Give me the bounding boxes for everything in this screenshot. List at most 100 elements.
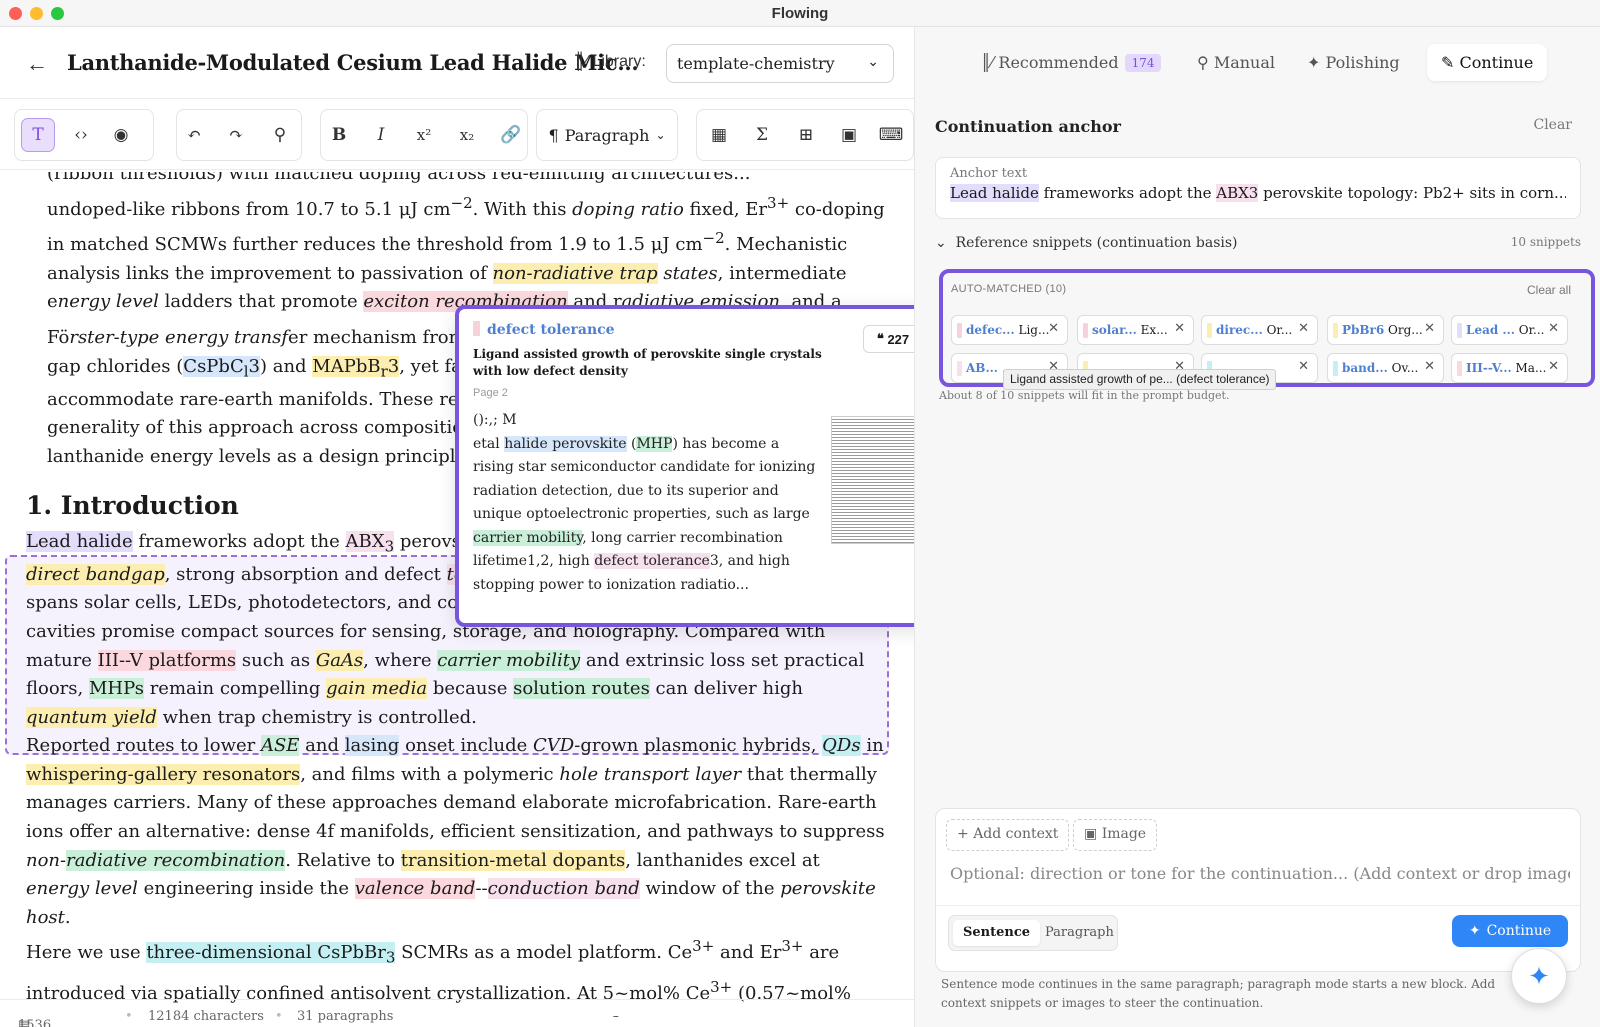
tab-recommended[interactable]: ║⁄ Recommended 174 <box>981 53 1162 72</box>
chip-source: Or... <box>1262 323 1293 337</box>
snippet-chip[interactable]: III--V... Ma... ✕ <box>1451 353 1568 383</box>
remove-chip-icon[interactable]: ✕ <box>1548 359 1559 374</box>
snippet-count: 10 snippets <box>1510 235 1581 249</box>
snippet-text: ():,; M etal halide perovskite (MHP) has… <box>473 412 816 593</box>
library-label: ║⁄ Library: <box>574 53 646 70</box>
anchor-section-title: Continuation anchor <box>935 117 1121 136</box>
chevron-down-icon: ⌄ <box>655 128 666 142</box>
remove-chip-icon[interactable]: ✕ <box>1048 321 1059 336</box>
remove-chip-icon[interactable]: ✕ <box>1548 321 1559 336</box>
bold-icon[interactable]: B <box>322 118 356 152</box>
anchor-clear-button[interactable]: Clear <box>1533 117 1572 133</box>
subscript-icon[interactable]: x₂ <box>450 118 484 152</box>
library-icon: ║⁄ <box>574 53 593 70</box>
quote-icon: ❝ <box>876 331 888 346</box>
paragraph-count: 31 paragraphs <box>297 1009 394 1024</box>
paragraph-mode-button[interactable]: Paragraph <box>1035 920 1124 946</box>
add-image-button[interactable]: ▣ Image <box>1073 819 1158 851</box>
paragraph-style-select[interactable]: ¶ Paragraph ⌄ <box>536 109 678 161</box>
chip-keyword: direc... <box>1216 323 1263 337</box>
snippet-chip[interactable]: PbBr6 Org... ✕ <box>1327 315 1444 345</box>
search-icon: ⚲ <box>1197 53 1214 72</box>
snippet-chip[interactable]: solar... Ex... ✕ <box>1077 315 1194 345</box>
undo-icon[interactable]: ↶ <box>177 118 211 152</box>
status-bar: ▤ 1536 words • 12184 characters • 31 par… <box>0 999 914 1027</box>
reference-snippets-header[interactable]: ⌄ Reference snippets (continuation basis… <box>935 235 1581 251</box>
continue-button[interactable]: ✦ Continue <box>1452 915 1568 947</box>
search-icon[interactable]: ⚲ <box>263 118 297 152</box>
chip-color-marker <box>957 323 962 338</box>
tab-continue[interactable]: ✎ Continue <box>1427 44 1548 81</box>
chip-keyword: AB... <box>966 361 998 375</box>
separator-dot: • <box>275 1009 283 1024</box>
text-mode-icon[interactable]: T <box>21 118 55 152</box>
recommended-count-badge: 174 <box>1124 54 1162 72</box>
snippet-preview-popup[interactable]: defect tolerance Ligand assisted growth … <box>455 305 938 627</box>
remove-chip-icon[interactable]: ✕ <box>1298 321 1309 336</box>
snippet-chip[interactable]: direc... Or... ✕ <box>1201 315 1318 345</box>
chip-keyword: PbBr6 <box>1342 323 1385 337</box>
remove-chip-icon[interactable]: ✕ <box>1174 321 1185 336</box>
sigma-icon[interactable]: Σ <box>745 118 779 152</box>
editor-toolbar: T ‹› ◉ ↶ ↷ ⚲ B I x² x₂ 🔗 ¶ Paragraph ⌄ ▦ Σ… <box>0 99 914 170</box>
auto-matched-snippets: AUTO-MATCHED (10) Clear all defec... Lig… <box>939 269 1595 390</box>
chip-source: Ov... <box>1387 361 1419 375</box>
sparkle-icon: ✦ <box>1528 960 1550 991</box>
chip-tooltip: Ligand assisted growth of pe... (defect … <box>1003 369 1277 390</box>
remove-chip-icon[interactable]: ✕ <box>1424 359 1435 374</box>
snippet-chip[interactable]: band... Ov... ✕ <box>1327 353 1444 383</box>
table-icon[interactable]: ⊞ <box>789 118 823 152</box>
chip-color-marker <box>1083 323 1088 338</box>
link-icon[interactable]: 🔗 <box>494 118 528 152</box>
back-arrow-icon[interactable]: ← <box>26 51 48 77</box>
image-icon: ▣ <box>1084 826 1102 842</box>
ai-assistant-fab[interactable]: ✦ <box>1511 948 1567 1004</box>
chip-source: Lig... <box>1014 323 1050 337</box>
plus-icon: + <box>957 826 974 842</box>
tab-manual[interactable]: ⚲ Manual <box>1197 53 1275 72</box>
anchor-text-label: Anchor text <box>950 166 1028 181</box>
chip-color-marker <box>1333 361 1338 376</box>
sentence-mode-button[interactable]: Sentence <box>953 920 1041 946</box>
chip-keyword: band... <box>1342 361 1388 375</box>
chip-source: Ex... <box>1136 323 1168 337</box>
snippet-chip[interactable]: defec... Lig... ✕ <box>951 315 1068 345</box>
direction-input[interactable]: Optional: direction or tone for the cont… <box>950 864 1570 883</box>
tab-polishing[interactable]: ✦ Polishing <box>1307 53 1400 72</box>
snippet-paper-title: Ligand assisted growth of perovskite sin… <box>473 347 822 378</box>
preview-eye-icon[interactable]: ◉ <box>104 118 138 152</box>
sparkle-icon: ✦ <box>1468 923 1481 939</box>
redo-icon[interactable]: ↷ <box>219 118 253 152</box>
chip-color-marker <box>1333 323 1338 338</box>
code-mode-icon[interactable]: ‹› <box>64 118 98 152</box>
prompt-budget-note: About 8 of 10 snippets will fit in the p… <box>939 389 1230 402</box>
window-titlebar: Flowing <box>0 0 1600 27</box>
pilcrow-icon: ¶ <box>548 125 559 145</box>
superscript-icon[interactable]: x² <box>407 118 441 152</box>
remove-chip-icon[interactable]: ✕ <box>1424 321 1435 336</box>
keyboard-icon[interactable]: ⌨ <box>874 118 908 152</box>
sparkle-icon: ✦ <box>1307 53 1326 72</box>
snippet-chip[interactable]: Lead ... Or... ✕ <box>1451 315 1568 345</box>
add-context-button[interactable]: + Add context <box>946 819 1070 851</box>
remove-chip-icon[interactable]: ✕ <box>1298 359 1309 374</box>
chip-source: Org... <box>1384 323 1423 337</box>
separator-dot: • <box>125 1009 133 1024</box>
anchor-text-card: Anchor text Lead halide frameworks adopt… <box>935 157 1581 219</box>
snippet-keyword: defect tolerance <box>473 321 923 338</box>
pen-icon: ✎ <box>1441 53 1460 72</box>
assistant-panel: ║⁄ Recommended 174 ⚲ Manual ✦ Polishing ✎… <box>914 27 1600 1027</box>
window-title: Flowing <box>771 5 829 22</box>
page-thumbnail[interactable] <box>831 416 924 544</box>
chip-keyword: Lead ... <box>1466 323 1515 337</box>
document-title: Lanthanide-Modulated Cesium Lead Halide … <box>67 50 639 75</box>
chip-keyword: defec... <box>966 323 1015 337</box>
image-insert-icon[interactable]: ▣ <box>832 118 866 152</box>
auto-matched-label: AUTO-MATCHED (10) <box>951 283 1067 295</box>
italic-icon[interactable]: I <box>364 118 398 152</box>
library-select[interactable]: template-chemistry ⌄ <box>666 44 894 83</box>
clear-all-button[interactable]: Clear all <box>1527 283 1571 297</box>
calculator-icon[interactable]: ▦ <box>702 118 736 152</box>
chevron-down-icon: ⌄ <box>935 235 956 251</box>
library-icon: ║⁄ <box>981 53 999 72</box>
